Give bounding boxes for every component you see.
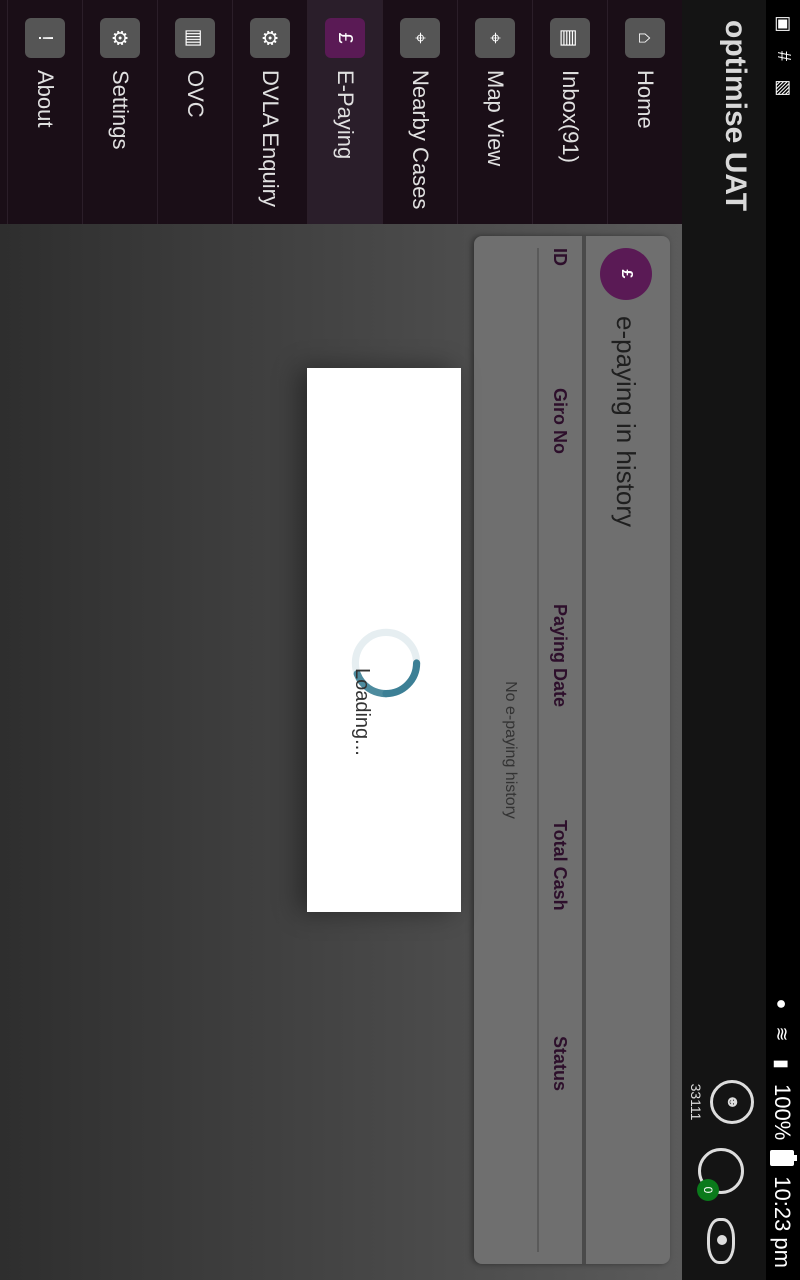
wifi-icon: ≋ (772, 1026, 792, 1042)
clock: 10:23 pm (770, 1176, 795, 1268)
dvla-icon: ⚙ (250, 18, 290, 58)
column-header-status: Status (550, 1036, 570, 1092)
sidebar-item-label: Home (633, 70, 658, 129)
column-header-paying-date: Paying Date (550, 604, 570, 708)
sidebar-item-inbox[interactable]: ▤ Inbox(91) (532, 0, 607, 224)
loading-text: Loading... (351, 668, 373, 756)
user-block[interactable]: ☻ 33111 (688, 1080, 754, 1124)
sidebar-item-about[interactable]: ! About (7, 0, 82, 224)
screen-icon: ▣ (774, 15, 794, 33)
card-title: e-paying in history (611, 316, 642, 527)
battery-percent: 100% (770, 1083, 795, 1141)
history-table: ID Giro No Paying Date Total Cash Status… (501, 248, 570, 1252)
map-icon: ⌖ (475, 18, 515, 58)
card-header: £ e-paying in history (594, 248, 658, 1252)
slack-icon: # (774, 50, 794, 61)
sidebar-item-dvla-enquiry[interactable]: ⚙ DVLA Enquiry (232, 0, 307, 224)
app-bar: optimise UAT ☻ 33111 0 (682, 0, 766, 1280)
sidebar: ⌂ Home ▤ Inbox(91) ⌖ Map View ⌖ Nearby C… (0, 0, 682, 225)
table-divider (537, 248, 539, 1252)
user-id: 33111 (688, 1083, 704, 1121)
table-header-row: ID Giro No Paying Date Total Cash Status (549, 248, 570, 1252)
card-divider (582, 236, 586, 1264)
sidebar-item-label: E-Paying (333, 70, 358, 160)
ovc-icon: ▥ (175, 18, 215, 58)
app-title: optimise UAT (719, 20, 752, 212)
globe-badge: 0 (697, 1179, 719, 1201)
sidebar-item-map-view[interactable]: ⌖ Map View (457, 0, 532, 224)
location-icon: ● (772, 998, 792, 1010)
sidebar-item-settings[interactable]: ⚙ Settings (82, 0, 157, 224)
sidebar-item-label: Map View (483, 70, 508, 167)
status-right: ● ≋ ▮ 100% 10:23 pm (769, 994, 795, 1268)
gear-icon: ⚙ (100, 18, 140, 58)
photo-icon: ▧ (774, 79, 794, 97)
sidebar-item-home[interactable]: ⌂ Home (607, 0, 682, 224)
inbox-icon: ▤ (550, 18, 590, 58)
column-header-giro-no: Giro No (550, 388, 570, 454)
sidebar-item-label: Settings (108, 70, 133, 150)
empty-state-text: No e-paying history (502, 681, 519, 819)
signal-icon: ▮ (772, 1059, 792, 1069)
sidebar-item-nearby-cases[interactable]: ⌖ Nearby Cases (382, 0, 457, 224)
column-header-id: ID (550, 248, 570, 266)
status-bar: ▣ # ▧ ● ≋ ▮ 100% 10:23 pm (766, 0, 800, 1280)
column-header-total-cash: Total Cash (550, 820, 570, 911)
sidebar-item-ovc[interactable]: ▥ OVC (157, 0, 232, 224)
app-stage: ▣ # ▧ ● ≋ ▮ 100% 10:23 pm optimise UAT ☻… (0, 0, 800, 1280)
sidebar-item-label: DVLA Enquiry (258, 70, 283, 207)
loading-dialog: Loading... (307, 368, 461, 912)
about-icon: ! (25, 18, 65, 58)
battery-icon (770, 1150, 794, 1167)
epaying-history-card: £ e-paying in history ID Giro No Paying … (474, 236, 670, 1264)
sidebar-item-label: Inbox(91) (558, 70, 583, 163)
user-icon: ☻ (710, 1080, 754, 1124)
pound-icon: £ (600, 248, 652, 300)
pound-icon: £ (325, 18, 365, 58)
app-bar-actions: ☻ 33111 0 (688, 1080, 754, 1264)
home-icon: ⌂ (625, 18, 665, 58)
sidebar-item-epaying[interactable]: £ E-Paying (307, 0, 382, 224)
sidebar-item-label: About (33, 70, 58, 128)
sidebar-item-label: OVC (183, 70, 208, 118)
nearby-icon: ⌖ (400, 18, 440, 58)
sidebar-item-label: Nearby Cases (408, 70, 433, 210)
globe-icon[interactable]: 0 (697, 1148, 744, 1201)
status-left-icons: ▣ # ▧ (774, 14, 794, 98)
eye-icon[interactable] (707, 1218, 735, 1264)
